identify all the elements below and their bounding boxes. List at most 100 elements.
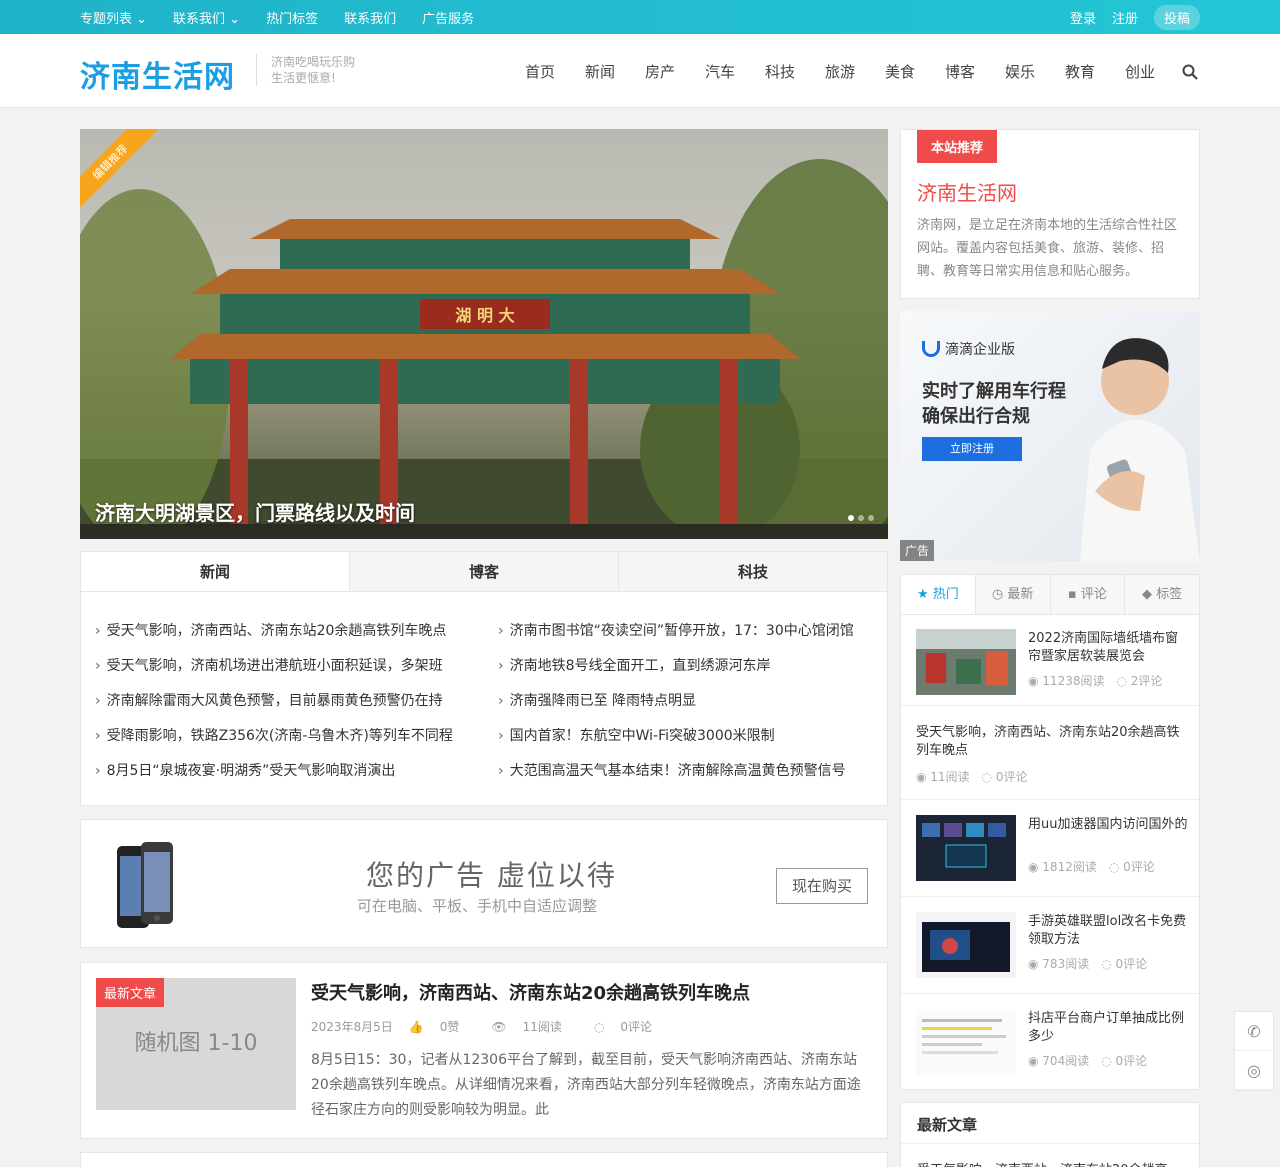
top-link-ads[interactable]: 广告服务 [422,8,474,27]
news-item[interactable]: 济南市图书馆“夜读空间”暂停开放，17：30中心馆闭馆 [498,620,854,640]
hot-item-comments: 0评论 [1123,860,1155,874]
article-comments-count: 0评论 [620,1020,653,1034]
didi-line-2: 确保出行合规 [922,406,1030,427]
news-item[interactable]: 国内首家！东航空中Wi-Fi突破3000米限制 [498,725,775,745]
top-links: 专题列表 ⌄ 联系我们 ⌄ 热门标签 联系我们 广告服务 [80,0,500,34]
nav-food[interactable]: 美食 [870,61,930,82]
hot-item-title[interactable]: 受天气影响，济南西站、济南东站20余趟高铁列车晚点 [916,724,1188,760]
nav-tech[interactable]: 科技 [750,61,810,82]
eye-icon: ◉ [1028,674,1043,688]
login-link[interactable]: 登录 [1070,8,1096,27]
hot-item[interactable]: 抖店平台商户订单抽成比例多少 ◉ 704阅读 ◌ 0评论 [901,994,1199,1090]
news-item[interactable]: 受天气影响，济南机场进出港航班小面积延误，多架班 [95,655,443,675]
eye-icon: ◉ [1028,1054,1043,1068]
ad-banner[interactable]: 您的广告 虚位以待 可在电脑、平板、手机中自适应调整 现在购买 [80,819,888,948]
register-link[interactable]: 注册 [1112,8,1138,27]
news-item[interactable]: 大范围高温天气基本结束！济南解除高温黄色预警信号 [498,760,846,780]
hot-item[interactable]: 用uu加速器国内访问国外的 ◉ 1812阅读 ◌ 0评论 [901,800,1199,897]
tab-news[interactable]: 新闻 [81,552,349,591]
article-thumbnail[interactable]: 随机图 1-10 最新文章 [96,978,296,1110]
nav-car[interactable]: 汽车 [690,61,750,82]
hot-item-comments: 0评论 [995,770,1028,784]
news-item[interactable]: 受天气影响，济南西站、济南东站20余趟高铁列车晚点 [95,620,447,640]
nav-blog[interactable]: 博客 [930,61,990,82]
tab-comments[interactable]: ▪ 评论 [1049,575,1125,614]
nav-travel[interactable]: 旅游 [810,61,870,82]
weibo-icon[interactable]: ◎ [1235,1051,1273,1090]
recommend-badge: 本站推荐 [917,130,998,163]
eye-icon: ◉ [1028,957,1043,971]
buy-now-button[interactable]: 现在购买 [776,868,868,904]
nav-news[interactable]: 新闻 [570,61,630,82]
gate-plaque-text: 湖 明 大 [455,306,514,325]
nav-startup[interactable]: 创业 [1110,61,1170,82]
article-title[interactable]: 受天气影响，济南西站、济南东站20余趟高铁列车晚点 [311,979,750,1005]
editor-pick-ribbon: 编辑推荐 [80,129,164,213]
featured-slider[interactable]: 湖 明 大 编辑推荐 济南大明湖景区，门票路线以及时间 [80,129,888,539]
slider-dots [844,515,874,521]
article-likes-count: 0赞 [439,1020,460,1034]
slider-dot-2[interactable] [858,515,864,521]
hot-item[interactable]: 2022济南国际墙纸墙布窗帘暨家居软装展览会 ◉ 11238阅读 ◌ 2评论 [901,616,1199,706]
hot-item-reads: 11238阅读 [1042,674,1105,688]
hot-item-title[interactable]: 抖店平台商户订单抽成比例多少 [1028,1010,1188,1046]
top-link-topics[interactable]: 专题列表 ⌄ [80,8,147,27]
tab-blog[interactable]: 博客 [349,552,618,591]
tab-latest[interactable]: ◷ 最新 [974,575,1050,614]
hot-item-comments: 0评论 [1115,957,1148,971]
article-card: 随机图 1-10 最新文章 受天气影响，济南西站、济南东站20余趟高铁列车晚点 … [80,962,888,1139]
comment-icon: ◌ [1116,674,1131,688]
submit-button[interactable]: 投稿 [1153,4,1200,30]
nav-home[interactable]: 首页 [510,61,570,82]
top-link-contact[interactable]: 联系我们 ⌄ [173,8,240,27]
slider-dot-1[interactable] [848,515,854,521]
comment-icon: ◌ [593,1020,605,1034]
recommend-title[interactable]: 济南生活网 [917,177,1017,206]
hot-item[interactable]: 受天气影响，济南西站、济南东站20余趟高铁列车晚点 ◉ 11阅读 ◌ 0评论 [901,706,1199,800]
didi-register-button[interactable]: 立即注册 [922,437,1022,461]
didi-ad[interactable]: 滴滴企业版 实时了解用车行程 确保出行合规 立即注册 广告 [900,311,1200,561]
slogan-line-1: 济南吃喝玩乐购 [271,55,356,69]
search-icon[interactable] [1182,64,1198,80]
hot-item-meta: ◉ 783阅读 ◌ 0评论 [1028,955,1147,972]
didi-logo-text: 滴滴企业版 [945,342,1015,358]
tab-hot[interactable]: ★ 热门 [901,575,975,614]
didi-logo: 滴滴企业版 [922,339,1015,359]
news-item[interactable]: 济南强降雨已至 降雨特点明显 [498,690,696,710]
recommend-desc: 济南网，是立足在济南本地的生活综合性社区网站。覆盖内容包括美食、旅游、装修、招聘… [917,218,1178,279]
hot-item-comments: 0评论 [1115,1054,1148,1068]
slider-title[interactable]: 济南大明湖景区，门票路线以及时间 [95,497,415,526]
news-item[interactable]: 济南地铁8号线全面开工，直到绣源河东岸 [498,655,771,675]
top-link-hot-tags[interactable]: 热门标签 [266,8,318,27]
didi-line-1: 实时了解用车行程 [922,381,1066,402]
hot-item-title[interactable]: 2022济南国际墙纸墙布窗帘暨家居软装展览会 [1028,630,1188,666]
site-logo[interactable]: 济南生活网 [80,52,235,96]
hot-item[interactable]: 手游英雄联盟lol改名卡免费领取方法 ◉ 783阅读 ◌ 0评论 [901,897,1199,994]
nav-house[interactable]: 房产 [630,61,690,82]
article-comments: ◌ 0评论 [594,1018,668,1035]
thumbs-up-icon: 👍 [408,1020,424,1034]
hot-item-meta: ◉ 1812阅读 ◌ 0评论 [1028,858,1155,875]
tab-tags-label: 标签 [1156,587,1183,602]
hot-item-thumbnail [916,1009,1016,1075]
latest-item[interactable]: 受天气影响，济南西站、济南东站20余趟高 [917,1159,1168,1167]
comment-icon: ◌ [1108,860,1124,874]
tab-tags[interactable]: ◆ 标签 [1124,575,1199,614]
article-card-next [80,1152,888,1167]
hot-tabs: ★ 热门 ◷ 最新 ▪ 评论 ◆ 标签 [901,575,1199,615]
news-item[interactable]: 济南解除雷雨大风黄色预警，目前暴雨黄色预警仍在持 [95,690,443,710]
comment-icon: ◌ [1101,957,1116,971]
news-item[interactable]: 8月5日“泉城夜宴·明湖秀”受天气影响取消演出 [95,760,396,780]
hot-item-title[interactable]: 用uu加速器国内访问国外的 [1028,816,1188,834]
nav-ent[interactable]: 娱乐 [990,61,1050,82]
slider-image: 湖 明 大 [80,159,888,539]
hot-item-reads: 1812阅读 [1042,860,1097,874]
top-link-contact-2[interactable]: 联系我们 [344,8,396,27]
slider-dot-3[interactable] [868,515,874,521]
tab-tech[interactable]: 科技 [618,552,887,591]
nav-edu[interactable]: 教育 [1050,61,1110,82]
news-item[interactable]: 受降雨影响，铁路Z356次(济南-乌鲁木齐)等列车不同程 [95,725,453,745]
phone-icon[interactable]: ✆ [1235,1012,1273,1051]
tag-icon: ◆ [1142,587,1157,602]
hot-item-title[interactable]: 手游英雄联盟lol改名卡免费领取方法 [1028,913,1188,949]
